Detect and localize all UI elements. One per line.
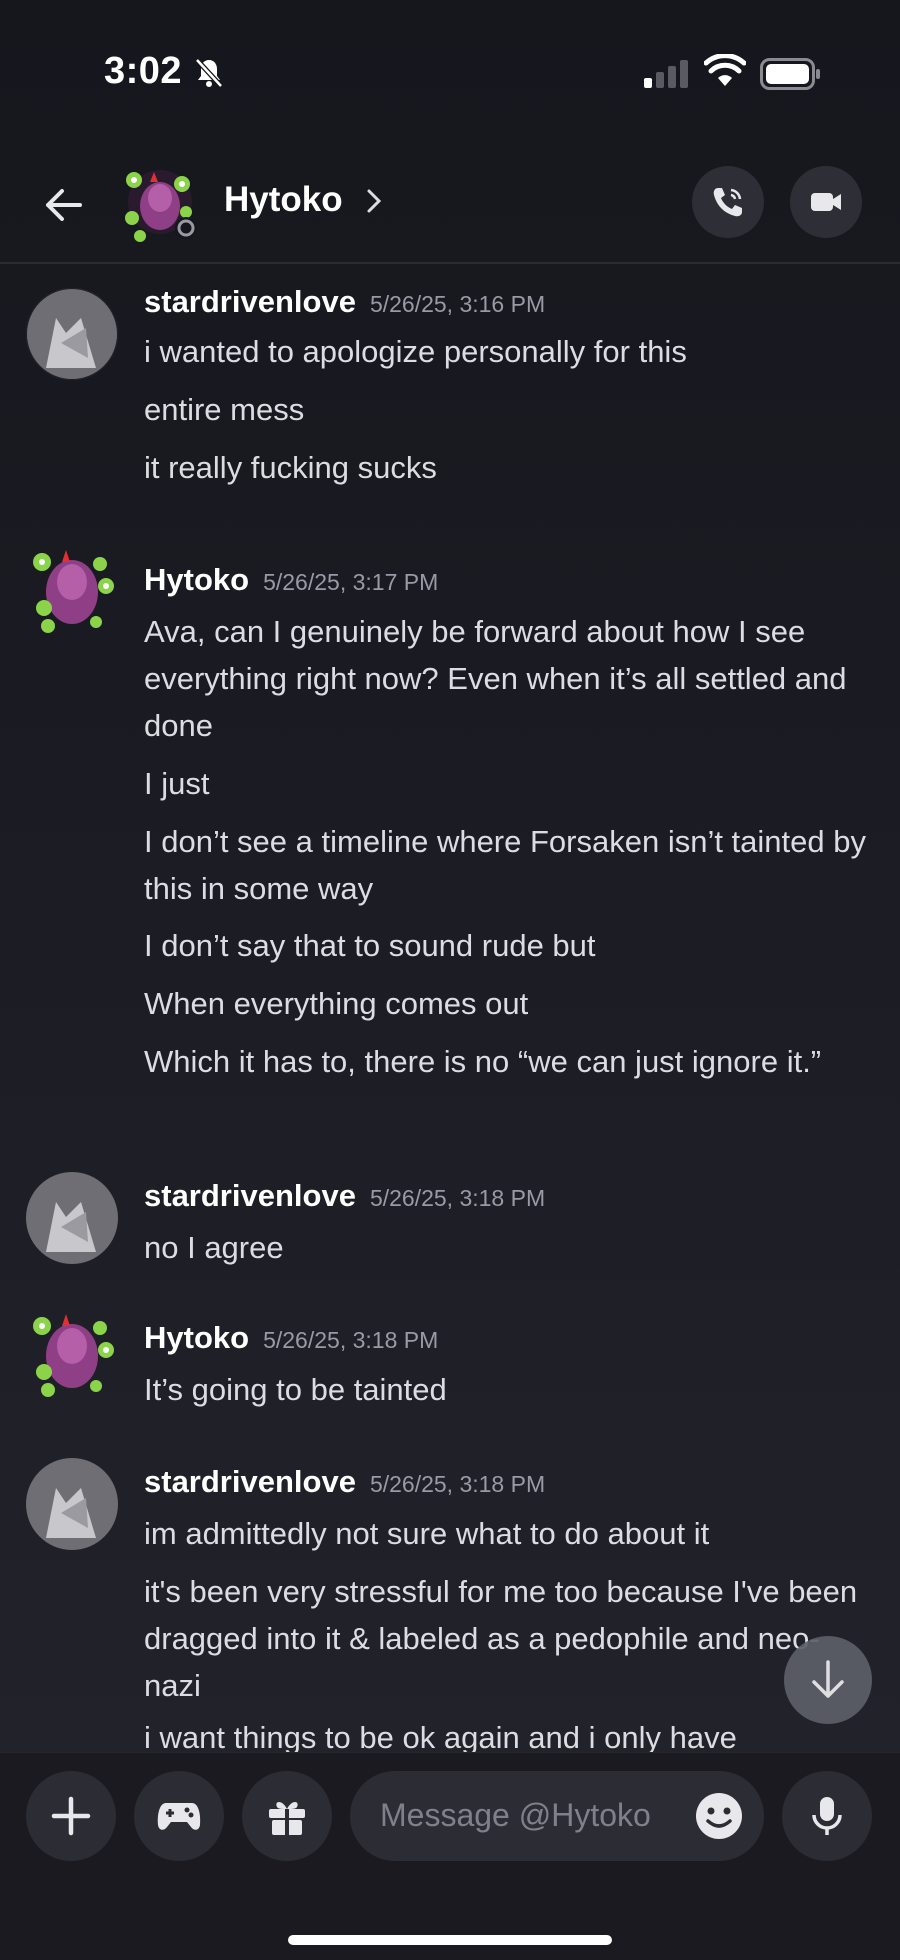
conversation-header: Hytoko bbox=[0, 150, 900, 264]
message-timestamp: 5/26/25, 3:16 PM bbox=[369, 291, 546, 317]
gamepad-icon bbox=[157, 1803, 201, 1830]
message-text: i want things to be ok again and i only … bbox=[144, 1720, 737, 1752]
voice-call-button[interactable] bbox=[692, 166, 764, 238]
message-text: Ava, can I genuinely be forward about ho… bbox=[144, 614, 847, 743]
battery-icon bbox=[760, 58, 820, 90]
message-text: it really fucking sucks bbox=[144, 450, 437, 485]
message-text: im admittedly not sure what to do about … bbox=[144, 1516, 710, 1551]
message-timestamp: 5/26/25, 3:18 PM bbox=[369, 1471, 546, 1497]
message-text: Which it has to, there is no “we can jus… bbox=[144, 1044, 822, 1079]
video-camera-icon bbox=[811, 193, 841, 211]
message-author[interactable]: stardrivenlove 5/26/25, 3:18 PM bbox=[144, 1464, 545, 1500]
message-text: entire mess bbox=[144, 392, 305, 427]
user-avatar[interactable] bbox=[26, 542, 118, 634]
message-author[interactable]: stardrivenlove 5/26/25, 3:16 PM bbox=[144, 284, 545, 320]
message-text: It’s going to be tainted bbox=[144, 1372, 447, 1407]
status-bar: 3:02 bbox=[0, 0, 900, 150]
message-list[interactable]: stardrivenlove 5/26/25, 3:16 PM i wanted … bbox=[0, 262, 900, 1752]
message-author[interactable]: stardrivenlove 5/26/25, 3:18 PM bbox=[144, 1178, 545, 1214]
user-avatar[interactable] bbox=[26, 1306, 118, 1398]
message-author[interactable]: Hytoko 5/26/25, 3:18 PM bbox=[144, 1320, 438, 1356]
message-text: i wanted to apologize personally for thi… bbox=[144, 334, 687, 369]
contact-name[interactable]: Hytoko bbox=[224, 180, 343, 220]
composer-bar: Message @Hytoko bbox=[0, 1752, 900, 1960]
arrow-left-icon[interactable] bbox=[38, 180, 88, 230]
cellular-signal-icon bbox=[644, 60, 688, 88]
message-author[interactable]: Hytoko 5/26/25, 3:17 PM bbox=[144, 562, 438, 598]
gift-button[interactable] bbox=[242, 1771, 332, 1861]
message-text: I don’t say that to sound rude but bbox=[144, 928, 596, 963]
user-avatar[interactable] bbox=[26, 1458, 118, 1550]
message-input[interactable]: Message @Hytoko bbox=[350, 1771, 764, 1861]
phone-icon bbox=[713, 188, 742, 217]
home-indicator bbox=[288, 1935, 612, 1945]
microphone-icon bbox=[812, 1797, 842, 1835]
status-time: 3:02 bbox=[104, 50, 183, 92]
user-avatar[interactable] bbox=[26, 1172, 118, 1264]
chevron-right-icon[interactable] bbox=[364, 186, 384, 216]
message-input-placeholder: Message @Hytoko bbox=[380, 1797, 651, 1833]
gift-icon bbox=[269, 1802, 305, 1835]
contact-avatar[interactable] bbox=[120, 160, 204, 244]
emoji-icon[interactable] bbox=[694, 1791, 744, 1841]
message-text: I just bbox=[144, 766, 210, 801]
activities-button[interactable] bbox=[134, 1771, 224, 1861]
jump-to-latest-button[interactable] bbox=[784, 1636, 872, 1724]
message-text: no I agree bbox=[144, 1230, 284, 1265]
video-call-button[interactable] bbox=[790, 166, 862, 238]
message-text: it's been very stressful for me too beca… bbox=[144, 1574, 858, 1703]
message-timestamp: 5/26/25, 3:18 PM bbox=[369, 1185, 546, 1211]
user-avatar[interactable] bbox=[26, 288, 118, 380]
message-timestamp: 5/26/25, 3:18 PM bbox=[263, 1327, 439, 1353]
wifi-icon bbox=[704, 54, 746, 86]
voice-message-button[interactable] bbox=[782, 1771, 872, 1861]
bell-muted-icon bbox=[195, 58, 223, 88]
plus-icon bbox=[51, 1796, 91, 1836]
message-text: When everything comes out bbox=[144, 986, 529, 1021]
attach-button[interactable] bbox=[26, 1771, 116, 1861]
message-timestamp: 5/26/25, 3:17 PM bbox=[263, 569, 439, 595]
arrow-down-icon bbox=[812, 1660, 844, 1698]
message-text: I don’t see a timeline where Forsaken is… bbox=[144, 824, 866, 906]
